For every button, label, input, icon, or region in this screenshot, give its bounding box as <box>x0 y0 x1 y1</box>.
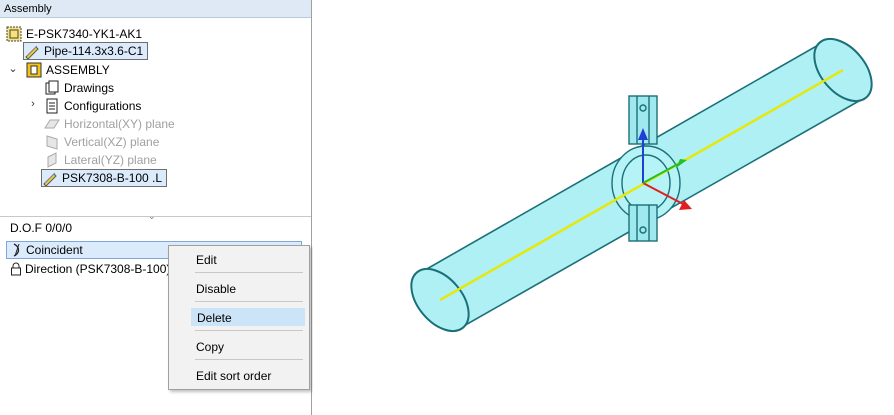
splitter[interactable] <box>0 216 311 217</box>
model-view[interactable] <box>313 0 894 415</box>
tree-item-label: Vertical(XZ) plane <box>64 135 160 149</box>
menu-separator <box>195 359 303 360</box>
assembly-file-icon <box>6 26 22 42</box>
coincident-icon <box>11 243 23 257</box>
tree-item-pipe[interactable]: Pipe-114.3x3.6-C1 <box>23 42 149 60</box>
menu-separator <box>195 272 303 273</box>
tree-item-label: E-PSK7340-YK1-AK1 <box>26 27 143 41</box>
tree-item-assembly[interactable]: ASSEMBLY <box>26 61 110 79</box>
pipe-part-icon <box>24 43 40 60</box>
menu-item-delete[interactable]: Delete <box>191 308 305 326</box>
3d-viewport[interactable] <box>313 0 894 415</box>
menu-item-copy[interactable]: Copy <box>191 338 305 356</box>
tree-item-drawings[interactable]: Drawings <box>44 79 114 97</box>
tree-item-label: PSK7308-B-100 .L <box>62 171 163 185</box>
tree-item-plane-xz[interactable]: Vertical(XZ) plane <box>44 133 159 151</box>
part-icon <box>42 170 58 187</box>
dof-label: D.O.F <box>10 221 42 235</box>
panel-title: Assembly <box>0 0 311 18</box>
plane-icon <box>44 116 60 132</box>
constraint-item-direction[interactable]: Direction (PSK7308-B-100) <box>6 260 170 278</box>
menu-separator <box>195 301 303 302</box>
menu-item-edit[interactable]: Edit <box>191 251 305 269</box>
chevron-down-icon[interactable]: ⌄ <box>8 62 18 75</box>
tree-item-label: ASSEMBLY <box>46 63 110 77</box>
dof-value: 0/0/0 <box>45 221 73 235</box>
tree-item-label: Drawings <box>64 81 115 95</box>
constraint-label: Coincident <box>26 243 83 257</box>
context-menu: Edit Disable Delete Copy Edit sort order <box>168 245 310 390</box>
tree-item-configurations[interactable]: Configurations <box>44 97 141 115</box>
plane-icon <box>44 134 60 150</box>
dof-readout: D.O.F 0/0/0 <box>10 221 72 235</box>
lock-icon <box>10 262 22 276</box>
plane-icon <box>44 152 60 168</box>
tree-item-part[interactable]: PSK7308-B-100 .L <box>41 169 168 187</box>
tree-item-plane-yz[interactable]: Lateral(YZ) plane <box>44 151 157 169</box>
menu-item-edit-sort-order[interactable]: Edit sort order <box>191 367 305 385</box>
drawing-icon <box>44 80 60 96</box>
assembly-tree: E-PSK7340-YK1-AK1 Pipe-114.3x3.6-C1 ⌄ AS… <box>0 19 311 216</box>
chevron-right-icon[interactable]: › <box>28 98 38 110</box>
configurations-icon <box>44 98 60 114</box>
tree-item-label: Horizontal(XY) plane <box>64 117 175 131</box>
menu-separator <box>195 330 303 331</box>
assembly-icon <box>26 62 42 78</box>
tree-item-label: Lateral(YZ) plane <box>64 153 157 167</box>
tree-item-root[interactable]: E-PSK7340-YK1-AK1 <box>6 25 142 43</box>
tree-item-label: Pipe-114.3x3.6-C1 <box>44 44 144 58</box>
menu-item-disable[interactable]: Disable <box>191 280 305 298</box>
tree-item-plane-xy[interactable]: Horizontal(XY) plane <box>44 115 175 133</box>
tree-item-label: Configurations <box>64 99 142 113</box>
constraint-label: Direction (PSK7308-B-100) <box>25 262 171 276</box>
